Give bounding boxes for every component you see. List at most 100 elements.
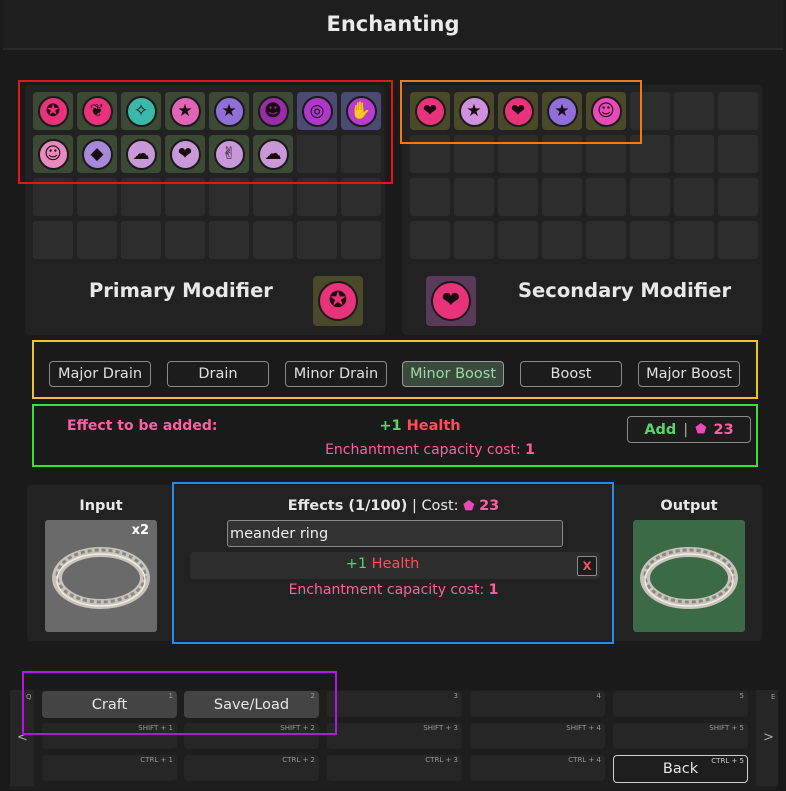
person-icon: ☺ bbox=[590, 95, 622, 127]
modifier-slot[interactable]: ❤ bbox=[498, 92, 538, 130]
empty-modifier-slot bbox=[542, 135, 582, 173]
selected-secondary-modifier[interactable]: ❤ bbox=[426, 276, 476, 326]
hotbar-slot[interactable]: SHIFT + 1 bbox=[42, 723, 177, 749]
e-key-label: E bbox=[771, 693, 776, 701]
hand-icon: ✋ bbox=[345, 95, 377, 127]
empty-modifier-slot bbox=[121, 221, 161, 259]
modifier-slot[interactable]: ✌ bbox=[209, 135, 249, 173]
craft-button[interactable]: Craft 1 bbox=[42, 691, 177, 718]
empty-modifier-slot bbox=[630, 135, 670, 173]
effect-stat: Health bbox=[406, 418, 461, 434]
modifier-slot[interactable]: ◎ bbox=[297, 92, 337, 130]
strength-minor-drain-button[interactable]: Minor Drain bbox=[285, 361, 387, 387]
empty-modifier-slot bbox=[454, 178, 494, 216]
empty-modifier-slot bbox=[718, 221, 758, 259]
empty-modifier-slot bbox=[498, 221, 538, 259]
chevron-right-icon[interactable]: > bbox=[763, 730, 774, 745]
effect-preview-label: Effect to be added: bbox=[67, 418, 218, 434]
modifier-slot[interactable]: ✋ bbox=[341, 92, 381, 130]
modifier-slot[interactable]: ★ bbox=[542, 92, 582, 130]
primary-modifier-grid: ✪ ❦ ✧ ★ ★ ☻ ◎ ✋ ☺ ◆ ☁ ❤ ✌ ☁ bbox=[25, 85, 385, 265]
effect-entry-value: +1 Health bbox=[190, 556, 575, 572]
save-load-label: Save/Load bbox=[213, 696, 290, 713]
hotbar-slot[interactable]: CTRL + 1 bbox=[42, 755, 177, 781]
empty-modifier-slot bbox=[341, 135, 381, 173]
effects-cost-value: 23 bbox=[479, 498, 500, 514]
hotbar-slot[interactable]: SHIFT + 5 bbox=[613, 723, 748, 749]
remove-effect-button[interactable]: X bbox=[577, 556, 597, 576]
output-label: Output bbox=[660, 498, 718, 514]
selected-secondary-modifier-icon: ❤ bbox=[431, 281, 471, 321]
modifier-slot[interactable]: ❤ bbox=[410, 92, 450, 130]
modifier-slot[interactable]: ☻ bbox=[253, 92, 293, 130]
input-count: x2 bbox=[131, 523, 149, 538]
hotbar-key-label: CTRL + 1 bbox=[140, 756, 173, 764]
empty-modifier-slot bbox=[542, 221, 582, 259]
title-bar: Enchanting bbox=[3, 0, 783, 50]
effect-cost-label: Enchantment capacity cost: bbox=[325, 442, 521, 458]
input-slot[interactable]: x2 bbox=[45, 520, 157, 632]
effects-cost-label: Cost: bbox=[421, 498, 459, 514]
effect-preview-cost: Enchantment capacity cost: 1 bbox=[280, 442, 580, 458]
modifier-slot[interactable]: ❦ bbox=[77, 92, 117, 130]
hotbar-slot[interactable]: SHIFT + 3 bbox=[327, 723, 462, 749]
add-effect-button[interactable]: Add | ⬟ 23 bbox=[627, 416, 751, 443]
hotbar-slot[interactable]: SHIFT + 2 bbox=[184, 723, 319, 749]
output-slot[interactable] bbox=[633, 520, 745, 632]
effects-separator: | bbox=[411, 498, 417, 514]
hotbar-key-label: SHIFT + 1 bbox=[138, 724, 173, 732]
hotbar-slot[interactable]: CTRL + 3 bbox=[327, 755, 462, 781]
modifier-slot[interactable]: ✧ bbox=[121, 92, 161, 130]
hotbar-slot[interactable]: CTRL + 2 bbox=[184, 755, 319, 781]
effects-cost-line: Enchantment capacity cost: 1 bbox=[175, 582, 612, 598]
item-name-input[interactable] bbox=[227, 520, 563, 547]
modifier-slot[interactable]: ❤ bbox=[165, 135, 205, 173]
modifier-slot[interactable]: ☁ bbox=[253, 135, 293, 173]
save-load-button[interactable]: Save/Load 2 bbox=[184, 691, 319, 718]
empty-modifier-slot bbox=[674, 178, 714, 216]
modifier-slot[interactable]: ◆ bbox=[77, 135, 117, 173]
modifier-slot[interactable]: ★ bbox=[165, 92, 205, 130]
effects-title: Effects (1/100) bbox=[287, 498, 408, 514]
strength-major-boost-button[interactable]: Major Boost bbox=[638, 361, 740, 387]
strength-boost-button[interactable]: Boost bbox=[520, 361, 622, 387]
pink-star-icon: ★ bbox=[169, 95, 201, 127]
meander-ring-icon bbox=[640, 547, 738, 609]
back-button[interactable]: Back CTRL + 5 bbox=[613, 755, 748, 783]
secondary-modifier-label: Secondary Modifier bbox=[518, 279, 732, 302]
empty-modifier-slot bbox=[77, 178, 117, 216]
window-title: Enchanting bbox=[326, 12, 460, 36]
strength-drain-button[interactable]: Drain bbox=[167, 361, 269, 387]
modifier-slot[interactable]: ★ bbox=[209, 92, 249, 130]
hotbar-slot[interactable]: SHIFT + 4 bbox=[470, 723, 605, 749]
empty-modifier-slot bbox=[410, 221, 450, 259]
modifier-slot[interactable]: ☺ bbox=[586, 92, 626, 130]
hotbar-key-label: SHIFT + 4 bbox=[566, 724, 601, 732]
selected-primary-modifier[interactable]: ✪ bbox=[313, 276, 363, 326]
modifier-slot[interactable]: ☺ bbox=[33, 135, 73, 173]
add-separator: | bbox=[683, 421, 689, 438]
empty-modifier-slot bbox=[165, 221, 205, 259]
hotbar-slot[interactable]: 5 bbox=[613, 691, 748, 717]
empty-modifier-slot bbox=[630, 92, 670, 130]
effect-cost-value: 1 bbox=[525, 442, 535, 458]
hotbar-key-label: 3 bbox=[453, 692, 458, 700]
chevron-left-icon[interactable]: < bbox=[17, 730, 28, 745]
hotbar-slot[interactable]: CTRL + 4 bbox=[470, 755, 605, 781]
strength-minor-boost-button[interactable]: Minor Boost bbox=[402, 361, 504, 387]
empty-modifier-slot bbox=[410, 135, 450, 173]
modifier-slot[interactable]: ☁ bbox=[121, 135, 161, 173]
strength-major-drain-button[interactable]: Major Drain bbox=[49, 361, 151, 387]
hotbar-slot[interactable]: 4 bbox=[470, 691, 605, 717]
effect-entry-stat: Health bbox=[371, 556, 420, 572]
hand-wave-icon: ✌ bbox=[213, 138, 245, 170]
empty-modifier-slot bbox=[674, 135, 714, 173]
gem-icon: ⬟ bbox=[463, 499, 475, 514]
modifier-slot[interactable]: ★ bbox=[454, 92, 494, 130]
hotbar-slot[interactable]: 3 bbox=[327, 691, 462, 717]
empty-modifier-slot bbox=[297, 221, 337, 259]
hearts-icon: ❦ bbox=[81, 95, 113, 127]
modifier-slot[interactable]: ✪ bbox=[33, 92, 73, 130]
ring-icon: ◎ bbox=[301, 95, 333, 127]
empty-modifier-slot bbox=[498, 178, 538, 216]
